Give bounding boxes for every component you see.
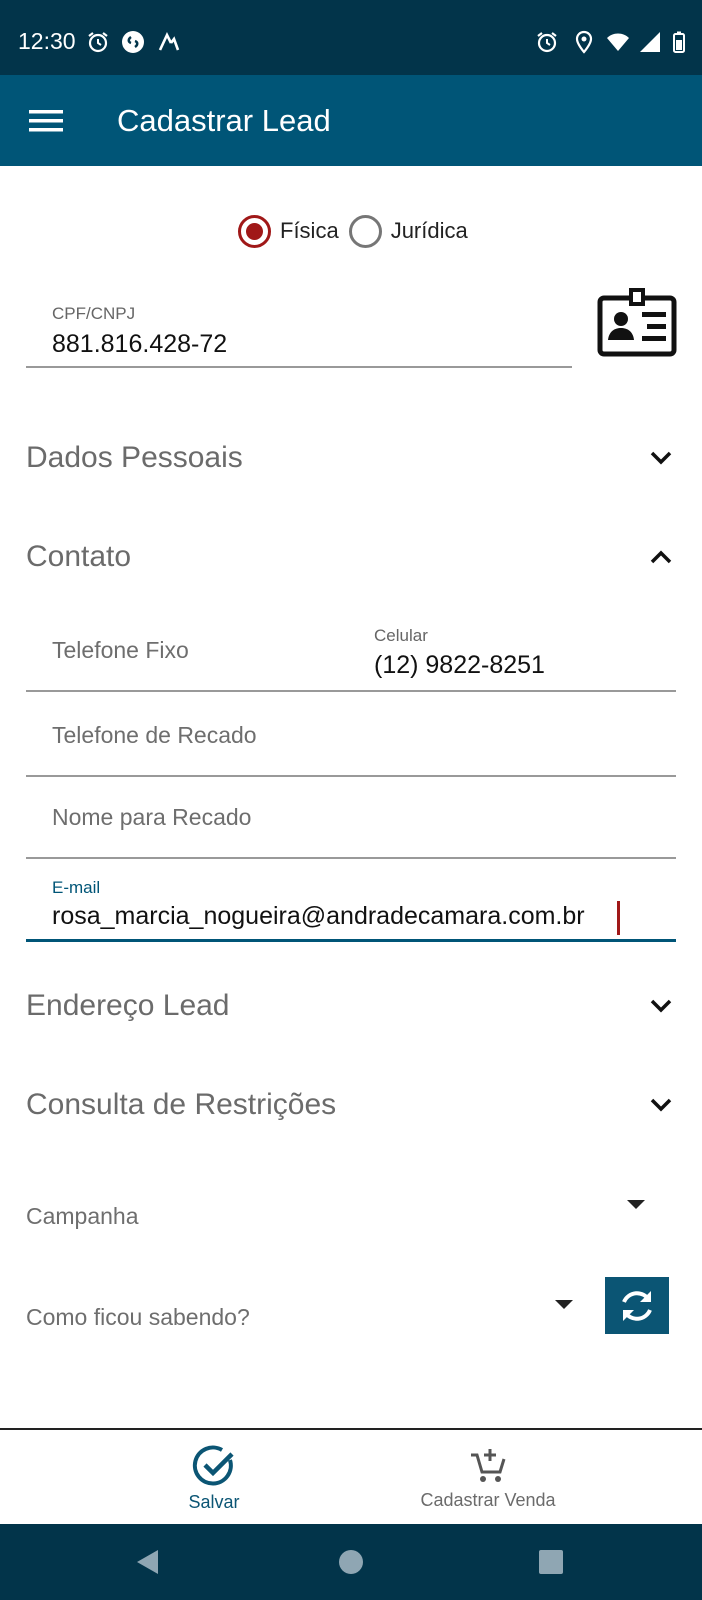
battery-icon — [667, 30, 691, 54]
hamburger-menu-icon — [29, 110, 63, 132]
telefone-fixo-field[interactable]: Telefone Fixo — [26, 615, 346, 690]
nome-recado-underline — [26, 857, 676, 859]
refresh-icon — [622, 1290, 652, 1321]
location-icon — [572, 30, 596, 54]
chevron-down-icon — [646, 1090, 676, 1120]
recents-icon — [539, 1550, 563, 1574]
salvar-nav-button[interactable]: Salvar — [164, 1430, 264, 1526]
cpf-cnpj-label: CPF/CNPJ — [52, 304, 136, 323]
chevron-down-icon — [646, 443, 676, 473]
campanha-dropdown[interactable]: Campanha — [26, 1184, 656, 1234]
section-dados-pessoais[interactable]: Dados Pessoais — [26, 428, 676, 488]
bottom-navigation: Salvar Cadastrar Venda — [0, 1428, 702, 1524]
celular-field[interactable]: Celular (12) 9822-8251 — [362, 615, 676, 690]
section-contato[interactable]: Contato — [26, 527, 676, 587]
home-button[interactable] — [333, 1544, 369, 1580]
email-field[interactable]: E-mail rosa_marcia_nogueira@andradecamar… — [26, 866, 676, 942]
como-ficou-sabendo-dropdown[interactable]: Como ficou sabendo? — [26, 1285, 582, 1335]
status-time: 12:30 — [18, 28, 76, 54]
radio-juridica[interactable]: Jurídica — [348, 214, 468, 248]
chevron-up-icon — [646, 542, 676, 572]
alarm-icon — [86, 30, 110, 54]
phone-row: Telefone Fixo Celular (12) 9822-8251 — [26, 615, 676, 692]
cadastrar-venda-nav-button[interactable]: Cadastrar Venda — [400, 1430, 576, 1526]
email-label: E-mail — [52, 878, 101, 897]
email-value: rosa_marcia_nogueira@andradecamara.com.b… — [52, 902, 585, 930]
cpf-cnpj-underline — [26, 366, 572, 368]
celular-value: (12) 9822-8251 — [374, 651, 545, 679]
radio-checked-icon — [238, 214, 271, 248]
section-contato-title: Contato — [26, 540, 132, 573]
dropdown-arrow-icon — [627, 1200, 645, 1209]
nome-recado-placeholder: Nome para Recado — [52, 804, 252, 830]
scan-document-button[interactable] — [597, 288, 677, 358]
campanha-placeholder: Campanha — [26, 1203, 139, 1229]
signal-icon — [638, 30, 662, 54]
status-bar: 12:30 — [0, 0, 702, 75]
radio-juridica-label: Jurídica — [390, 218, 468, 243]
dropdown-arrow-icon — [555, 1300, 573, 1309]
celular-label: Celular — [374, 626, 428, 645]
id-card-icon — [597, 288, 677, 357]
cart-add-icon — [471, 1448, 506, 1482]
radio-fisica-label: Física — [280, 218, 339, 243]
section-endereco-lead[interactable]: Endereço Lead — [26, 976, 676, 1036]
alarm-icon — [535, 30, 559, 54]
person-type-radio-group: Física Jurídica — [238, 213, 478, 249]
telefone-recado-field[interactable]: Telefone de Recado — [26, 700, 676, 777]
radio-unchecked-icon — [348, 214, 382, 248]
section-endereco-lead-title: Endereço Lead — [26, 989, 230, 1022]
recents-button[interactable] — [533, 1544, 569, 1580]
app-bar: Cadastrar Lead — [0, 75, 702, 166]
page-title: Cadastrar Lead — [117, 103, 331, 138]
app-a-icon — [157, 30, 181, 54]
telefone-recado-underline — [26, 775, 676, 777]
section-consulta-restricoes-title: Consulta de Restrições — [26, 1088, 337, 1121]
section-dados-pessoais-title: Dados Pessoais — [26, 441, 243, 474]
radio-fisica[interactable]: Física — [238, 214, 339, 248]
salvar-label: Salvar — [188, 1491, 240, 1512]
como-ficou-sabendo-placeholder: Como ficou sabendo? — [26, 1304, 250, 1330]
phone-row-underline — [26, 690, 676, 692]
cpf-cnpj-field[interactable]: CPF/CNPJ 881.816.428-72 — [26, 298, 572, 368]
check-circle-icon — [192, 1445, 234, 1485]
section-consulta-restricoes[interactable]: Consulta de Restrições — [26, 1075, 676, 1135]
back-button[interactable] — [130, 1544, 166, 1580]
cpf-cnpj-value: 881.816.428-72 — [52, 330, 228, 358]
back-icon — [137, 1550, 158, 1574]
refresh-button[interactable] — [605, 1277, 669, 1334]
text-cursor — [617, 901, 620, 935]
system-navigation-bar — [0, 1524, 702, 1600]
menu-button[interactable] — [20, 97, 72, 145]
home-icon — [339, 1550, 363, 1574]
nome-recado-field[interactable]: Nome para Recado — [26, 782, 676, 859]
telefone-recado-placeholder: Telefone de Recado — [52, 722, 257, 748]
chevron-down-icon — [646, 991, 676, 1021]
telefone-fixo-placeholder: Telefone Fixo — [52, 637, 189, 663]
email-underline — [26, 939, 676, 942]
shazam-icon — [121, 30, 145, 54]
wifi-icon — [606, 30, 630, 54]
cadastrar-venda-label: Cadastrar Venda — [420, 1489, 556, 1510]
